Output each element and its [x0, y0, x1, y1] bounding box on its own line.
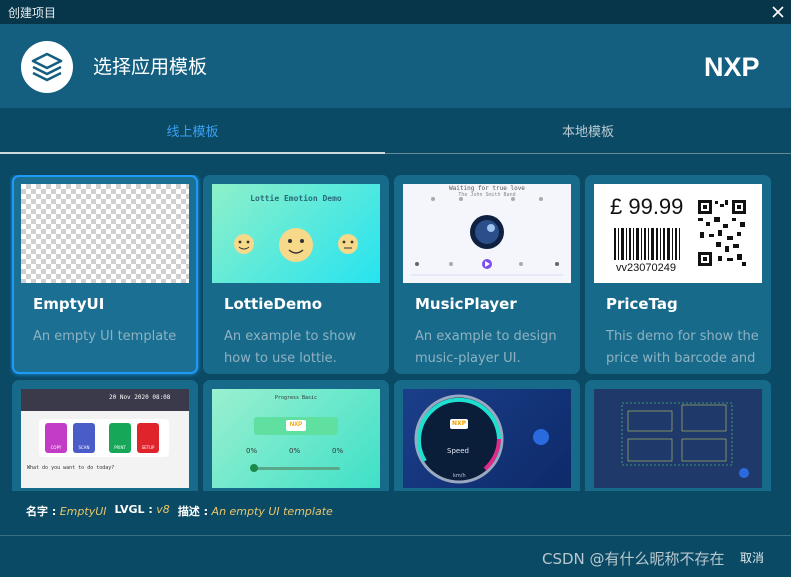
gauge-unit: km/h [453, 473, 466, 479]
tab-local-templates[interactable]: 本地模板 [385, 108, 791, 154]
gauge-badge: NXP [450, 419, 468, 429]
widgets-button: SCAN [73, 423, 95, 453]
album-art [411, 197, 563, 276]
widgets-button: COPY [45, 423, 67, 453]
widgets-date: 20 Nov 2020 08:08 [109, 394, 171, 401]
progress-badge: NXP [286, 420, 306, 431]
footer-divider [0, 535, 791, 536]
widgets-question: What do you want to do today? [27, 465, 115, 471]
widgets-button: PRINT [109, 423, 131, 453]
music-thumbnail: Waiting for true love The John Smith Ban… [403, 184, 571, 283]
blueprint-panels [621, 402, 749, 478]
progress-value: 0% [332, 447, 344, 455]
widgets-thumbnail: 20 Nov 2020 08:08 COPY SCAN PRINT SETUP … [21, 389, 189, 488]
cancel-button[interactable]: 取消 [722, 547, 782, 569]
selected-template-info: 名字 : EmptyUI LVGL : v8 描述 : An empty UI … [26, 503, 333, 519]
template-card-pricetag[interactable]: £ 99.99 vv23070249 PriceTag This demo fo… [585, 175, 771, 374]
empty-thumbnail [21, 184, 189, 283]
watermark: CSDN @有什么昵称不存在 [542, 550, 725, 568]
template-name: PriceTag [606, 295, 678, 313]
widgets-button: SETUP [137, 423, 159, 453]
template-description: An example to show how to use lottie. [224, 329, 357, 366]
window-titlebar: 创建项目 [0, 0, 791, 24]
emoji-faces [234, 228, 358, 262]
dialog-header: 选择应用模板 NXP [0, 24, 791, 108]
blueprint-thumbnail [594, 389, 762, 488]
layers-logo-icon [21, 41, 73, 93]
gauge-label: Speed [447, 447, 469, 455]
progress-value: 0% [246, 447, 258, 455]
price-code: vv23070249 [616, 262, 676, 274]
lvgl-label: LVGL : [114, 503, 153, 516]
template-card-widgets[interactable]: 20 Nov 2020 08:08 COPY SCAN PRINT SETUP … [12, 380, 198, 491]
lottie-thumbnail: Lottie Emotion Demo [212, 184, 380, 283]
progress-title: Progress Basic [274, 395, 318, 401]
template-name: LottieDemo [224, 295, 323, 313]
template-card-blueprint[interactable] [585, 380, 771, 491]
page-title: 选择应用模板 [93, 56, 208, 78]
description-value: An empty UI template [211, 505, 333, 518]
template-card-emptyui[interactable]: EmptyUI An empty UI template [12, 175, 198, 374]
tab-online-templates[interactable]: 线上模板 [0, 108, 385, 154]
nxp-logo: NXP [704, 52, 760, 80]
lvgl-value: v8 [156, 503, 170, 516]
description-label: 描述 : [177, 505, 209, 518]
template-tabs: 线上模板 本地模板 [0, 108, 791, 154]
name-label: 名字 : [26, 505, 57, 518]
template-name: EmptyUI [33, 295, 105, 313]
template-description: An empty UI template [33, 329, 177, 344]
gauge-thumbnail: NXP Speed km/h [403, 389, 571, 488]
template-description: This demo for show the price with barcod… [606, 329, 759, 366]
price-thumbnail: £ 99.99 vv23070249 [594, 184, 762, 283]
template-card-lottiedemo[interactable]: Lottie Emotion Demo LottieDemo An exampl… [203, 175, 389, 374]
template-description: An example to design music-player UI. [415, 329, 557, 366]
template-card-musicplayer[interactable]: Waiting for true love The John Smith Ban… [394, 175, 580, 374]
name-value: EmptyUI [59, 505, 107, 518]
window-title: 创建项目 [8, 5, 57, 20]
gauge-dial [414, 394, 549, 484]
progress-value: 0% [289, 447, 301, 455]
template-name: MusicPlayer [415, 295, 517, 313]
template-card-gauge[interactable]: NXP Speed km/h [394, 380, 580, 491]
template-card-progress[interactable]: Progress Basic NXP 0% 0% 0% [203, 380, 389, 491]
close-icon[interactable] [765, 0, 791, 24]
progress-thumbnail: Progress Basic NXP 0% 0% 0% [212, 389, 380, 488]
template-grid: EmptyUI An empty UI template Lottie Emot… [10, 175, 783, 491]
svg-text:NXP: NXP [704, 52, 760, 80]
